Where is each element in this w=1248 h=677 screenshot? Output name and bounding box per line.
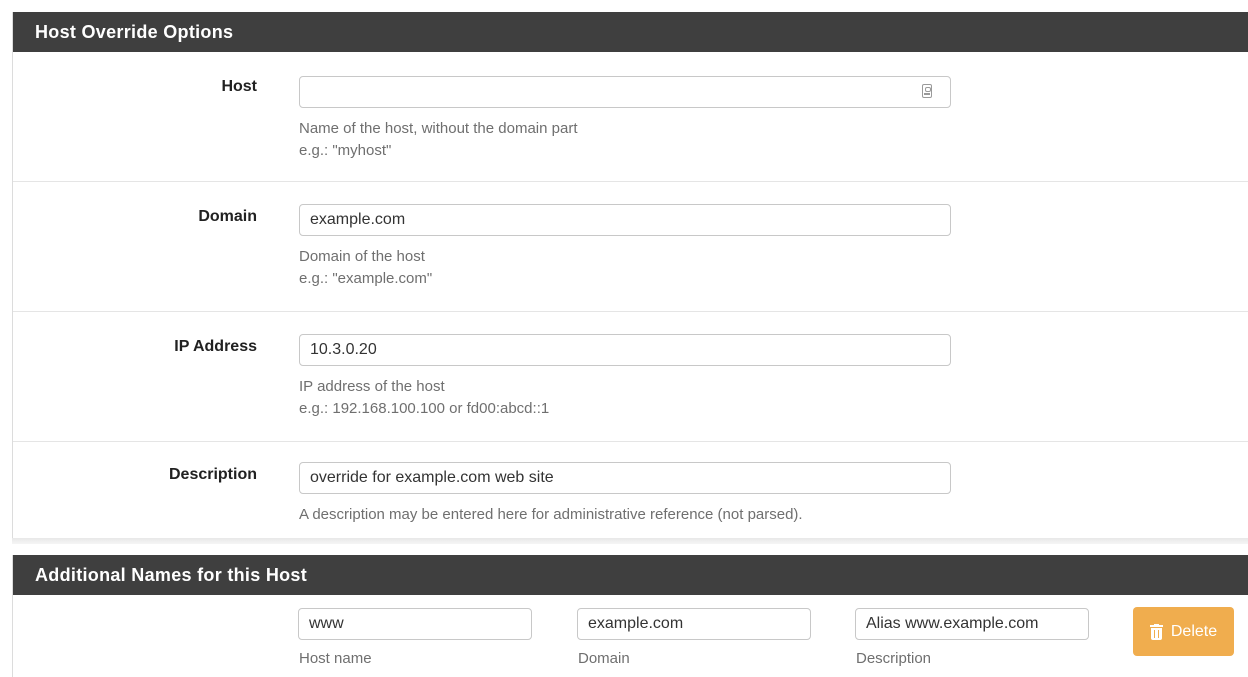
alias-description-input[interactable]: Alias www.example.com — [855, 608, 1089, 640]
alias-description-help: Description — [856, 650, 932, 667]
alias-host-help: Host name — [299, 650, 372, 667]
domain-label: Domain — [198, 208, 257, 225]
host-override-heading: Host Override Options — [13, 12, 1248, 52]
ip-address-label: IP Address — [174, 338, 257, 355]
page: Host Override Options Host Name of the h… — [0, 0, 1248, 677]
domain-help: Domain of the host e.g.: "example.com" — [299, 246, 432, 290]
ip-address-help-text: IP address of the host — [299, 378, 445, 395]
host-help-example: e.g.: "myhost" — [299, 142, 392, 159]
delete-button-label: Delete — [1170, 622, 1218, 640]
host-help-text: Name of the host, without the domain par… — [299, 120, 578, 137]
ip-address-help: IP address of the host e.g.: 192.168.100… — [299, 376, 549, 420]
description-label: Description — [168, 466, 257, 483]
ip-address-row: IP Address 10.3.0.20 IP address of the h… — [13, 312, 1248, 442]
description-input[interactable]: override for example.com web site — [299, 462, 951, 494]
additional-names-heading: Additional Names for this Host — [13, 555, 1248, 595]
host-input[interactable] — [299, 76, 951, 108]
ip-address-help-example: e.g.: 192.168.100.100 or fd00:abcd::1 — [299, 400, 550, 417]
alias-domain-help: Domain — [578, 650, 630, 667]
domain-row: Domain example.com Domain of the host e.… — [13, 182, 1248, 312]
host-help: Name of the host, without the domain par… — [299, 118, 578, 162]
contact-autofill-icon[interactable] — [922, 84, 932, 98]
trash-icon — [1149, 623, 1163, 640]
domain-help-example: e.g.: "example.com" — [299, 270, 433, 287]
alias-host-input[interactable]: www — [298, 608, 532, 640]
host-row: Host Name of the host, without the domai… — [13, 52, 1248, 182]
delete-alias-button[interactable]: Delete — [1133, 607, 1234, 656]
description-row: Description override for example.com web… — [13, 442, 1248, 540]
host-label: Host — [221, 78, 257, 95]
domain-help-text: Domain of the host — [299, 248, 425, 265]
ip-address-input[interactable]: 10.3.0.20 — [299, 334, 951, 366]
alias-domain-input[interactable]: example.com — [577, 608, 811, 640]
host-override-panel: Host Override Options Host Name of the h… — [12, 12, 1248, 538]
domain-input[interactable]: example.com — [299, 204, 951, 236]
description-help: A description may be entered here for ad… — [299, 506, 803, 523]
panel-separator — [12, 538, 1248, 544]
